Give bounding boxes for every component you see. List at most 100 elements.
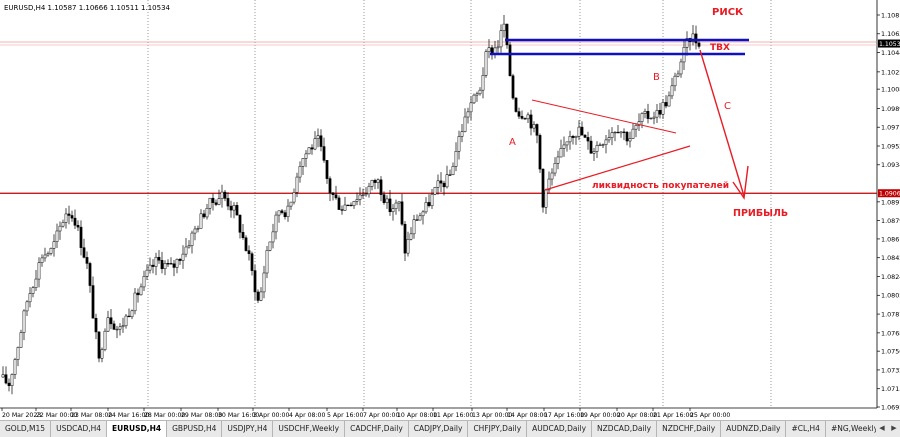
candle-body <box>355 199 359 202</box>
candle-body <box>295 176 299 193</box>
time-tick-label: 29 Mar 08:00 <box>181 412 222 419</box>
candle-body <box>1 374 5 378</box>
candle-body <box>115 328 119 331</box>
tab-usdchf-weekly[interactable]: USDCHF,Weekly <box>273 421 346 437</box>
candle-body <box>145 269 149 277</box>
candle-body <box>16 347 20 360</box>
candle-body <box>448 174 452 176</box>
candle-body <box>616 131 620 134</box>
candle-body <box>556 156 560 164</box>
candle-body <box>586 137 590 142</box>
candle-body <box>304 153 308 159</box>
tab-gbpusd-h4[interactable]: GBPUSD,H4 <box>167 421 223 437</box>
candle-body <box>475 93 479 96</box>
tab-audnzd-daily[interactable]: AUDNZD,Daily <box>721 421 787 437</box>
candle-body <box>346 204 350 207</box>
candle-body <box>265 250 269 274</box>
candle-body <box>19 332 23 348</box>
candle-body <box>433 187 437 195</box>
tab-nzdcad-daily[interactable]: NZDCAD,Daily <box>592 421 658 437</box>
candle-body <box>205 207 209 218</box>
candle-body <box>127 315 131 318</box>
tab-cadjpy-daily[interactable]: CADJPY,Daily <box>409 421 469 437</box>
candle-body <box>541 168 545 208</box>
candle-body <box>526 114 530 120</box>
candle-body <box>337 197 341 210</box>
tab-usdjpy-h4[interactable]: USDJPY,H4 <box>222 421 274 437</box>
candle-body <box>679 61 683 75</box>
candle-body <box>430 194 434 207</box>
point-a-label: A <box>509 137 516 148</box>
candle-body <box>379 179 383 195</box>
candle-body <box>271 231 275 243</box>
candle-body <box>223 191 227 199</box>
candle-body <box>451 166 455 176</box>
candle-body <box>139 286 143 296</box>
candle-body <box>559 148 563 158</box>
time-tick-label: 10 Apr 08:00 <box>397 412 437 419</box>
candle-body <box>142 276 146 288</box>
projection-line[interactable] <box>699 49 745 197</box>
time-tick-label: 3 Apr 00:00 <box>253 412 289 419</box>
tab-cl-h4[interactable]: #CL,H4 <box>786 421 826 437</box>
candle-body <box>577 126 581 137</box>
tab-gold-m15[interactable]: GOLD,M15 <box>0 421 52 437</box>
candle-body <box>10 374 14 386</box>
candle-body <box>112 323 116 330</box>
candle-body <box>73 217 77 226</box>
candle-body <box>259 291 263 301</box>
triangle-left-icon[interactable]: ◀ <box>876 421 888 437</box>
candle-body <box>538 135 542 170</box>
candle-body <box>502 23 506 31</box>
candle-body <box>220 191 224 199</box>
candle-body <box>55 230 59 242</box>
candle-body <box>673 75 677 87</box>
candle-body <box>100 349 104 359</box>
candle-body <box>646 111 650 119</box>
candle-body <box>244 237 248 251</box>
tab-cadchf-daily[interactable]: CADCHF,Daily <box>345 421 409 437</box>
candle-body <box>211 197 215 203</box>
candle-body <box>358 194 362 200</box>
price-tick-label: 1.07685 <box>881 329 900 337</box>
candle-body <box>424 202 428 213</box>
tab-audcad-daily[interactable]: AUDCAD,Daily <box>527 421 593 437</box>
candle-body <box>373 179 377 183</box>
candle-body <box>130 310 134 318</box>
price-tick-label: 1.10255 <box>881 68 900 76</box>
candle-body <box>163 263 167 269</box>
level-price-tag-text: 1.09060 <box>879 191 900 198</box>
tab-eurusd-h4[interactable]: EURUSD,H4 <box>107 421 168 437</box>
tab-usdcad-h4[interactable]: USDCAD,H4 <box>51 421 108 437</box>
triangle-right-icon[interactable]: ▶ <box>888 421 900 437</box>
candle-body <box>340 209 344 211</box>
time-tick-label: 19 Apr 00:00 <box>580 412 620 419</box>
risk-label: РИСК <box>712 7 744 18</box>
tab-nzdchf-daily[interactable]: NZDCHF,Daily <box>657 421 722 437</box>
price-tick-label: 1.10815 <box>881 11 900 19</box>
candle-body <box>88 263 92 286</box>
candle-body <box>376 179 380 183</box>
candle-body <box>400 201 404 225</box>
candle-body <box>670 85 674 97</box>
candle-body <box>508 44 512 76</box>
candle-body <box>412 219 416 235</box>
point-a-to-b-line[interactable] <box>531 99 677 134</box>
candle-body <box>535 124 539 136</box>
price-tick-label: 1.07135 <box>881 385 900 393</box>
candle-body <box>523 118 527 120</box>
time-tick-label: 25 Apr 00:00 <box>690 412 730 419</box>
tab-chfjpy-daily[interactable]: CHFJPY,Daily <box>468 421 528 437</box>
candle-body <box>421 211 425 217</box>
candle-body <box>676 73 680 77</box>
candle-body <box>529 114 533 129</box>
price-chart[interactable]: 1.10815 1.10630 1.10445 1.10255 1.10085 1.098… <box>0 0 900 420</box>
candle-body <box>406 238 410 254</box>
candle-body <box>31 287 35 294</box>
candle-body <box>58 225 62 232</box>
candle-body <box>352 201 356 206</box>
candle-body <box>499 30 503 48</box>
candle-body <box>445 174 449 188</box>
candle-body <box>298 166 302 178</box>
candle-body <box>403 223 407 254</box>
